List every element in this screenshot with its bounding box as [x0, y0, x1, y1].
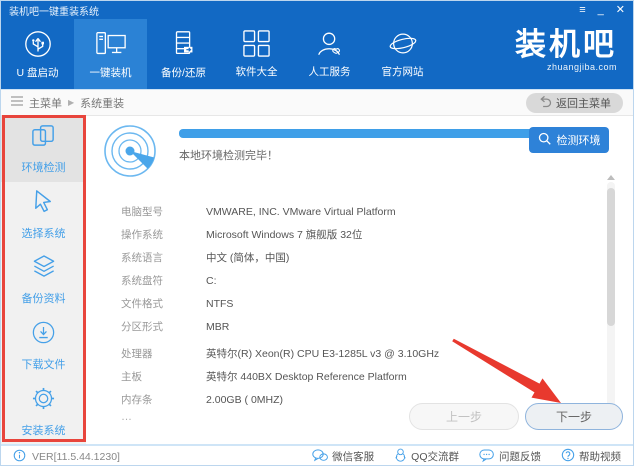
sidebar-item-select-system[interactable]: 选择系统 [1, 182, 86, 248]
title-bar: 装机吧一键重装系统 ≡ _ ✕ [1, 1, 633, 19]
install-system-icon [30, 385, 57, 415]
backup-restore-icon [169, 29, 199, 59]
nav-item-label: 软件大全 [236, 64, 278, 79]
help-video-link[interactable]: 帮助视频 [561, 448, 621, 465]
sidebar: 环境检测 选择系统 备份资料 [1, 116, 86, 444]
official-website-icon [388, 29, 418, 58]
status-link-label: 帮助视频 [579, 449, 621, 464]
sidebar-item-label: 备份资料 [22, 290, 66, 306]
sidebar-item-label: 安装系统 [22, 422, 66, 438]
top-nav: U 盘启动 一键装机 [1, 19, 633, 89]
select-system-icon [30, 188, 57, 218]
list-menu-icon[interactable] [11, 96, 23, 109]
app-window: 装机吧一键重装系统 ≡ _ ✕ U 盘启动 [0, 0, 634, 466]
download-files-icon [30, 319, 57, 349]
detail-row-system-language: 系统语言 中文 (简体，中国) [121, 246, 581, 269]
window-title: 装机吧一键重装系统 [9, 3, 99, 18]
breadcrumb-separator: ▶ [68, 98, 74, 107]
qq-group-link[interactable]: QQ交流群 [394, 448, 459, 465]
back-to-main-menu-button[interactable]: 返回主菜单 [526, 93, 623, 113]
help-video-icon [561, 448, 575, 465]
breadcrumb-root[interactable]: 主菜单 [29, 95, 62, 111]
status-link-label: 问题反馈 [499, 449, 541, 464]
environment-check-icon [30, 122, 57, 152]
menu-icon[interactable]: ≡ [579, 3, 585, 17]
brand-logo: 装机吧 zhuangjiba.com [515, 28, 617, 72]
info-icon [13, 449, 26, 465]
nav-item-software-collection[interactable]: 软件大全 [220, 19, 293, 89]
sidebar-item-install-system[interactable]: 安装系统 [1, 378, 86, 444]
scrollbar-up-arrow-icon[interactable] [607, 175, 615, 180]
backup-data-icon [30, 253, 58, 283]
window-controls: ≡ _ ✕ [579, 3, 625, 17]
status-link-label: QQ交流群 [411, 449, 459, 464]
system-details-list: 电脑型号 VMWARE, INC. VMware Virtual Platfor… [121, 200, 581, 425]
detail-row-operating-system: 操作系统 Microsoft Windows 7 旗舰版 32位 [121, 223, 581, 246]
sidebar-item-environment-check[interactable]: 环境检测 [1, 116, 86, 182]
search-icon [538, 132, 552, 149]
nav-item-label: U 盘启动 [17, 65, 59, 80]
detect-environment-button[interactable]: 检测环境 [529, 127, 609, 153]
status-link-label: 微信客服 [332, 449, 374, 464]
feedback-icon [479, 449, 495, 465]
wechat-icon [312, 449, 328, 465]
feedback-link[interactable]: 问题反馈 [479, 448, 541, 465]
nav-item-official-website[interactable]: 官方网站 [366, 19, 439, 89]
detail-row-system-drive: 系统盘符 C: [121, 269, 581, 292]
close-icon[interactable]: ✕ [616, 3, 625, 17]
scrollbar-thumb[interactable] [607, 188, 615, 326]
content-area: 环境检测 选择系统 备份资料 [1, 116, 633, 444]
return-arrow-icon [538, 95, 551, 110]
human-service-icon [315, 29, 345, 58]
nav-item-human-service[interactable]: 人工服务 [293, 19, 366, 89]
nav-item-label: 人工服务 [309, 64, 351, 79]
brand-logo-text: 装机吧 [515, 28, 617, 62]
previous-step-button[interactable]: 上一步 [409, 403, 519, 430]
detail-row-processor: 处理器 英特尔(R) Xeon(R) CPU E3-1285L v3 @ 3.1… [121, 342, 581, 365]
radar-scan-icon [102, 123, 158, 184]
detail-row-file-format: 文件格式 NTFS [121, 292, 581, 315]
wechat-service-link[interactable]: 微信客服 [312, 448, 374, 465]
details-scrollbar[interactable] [607, 182, 615, 410]
detail-row-partition-format: 分区形式 MBR [121, 315, 581, 338]
version-text: VER[11.5.44.1230] [32, 451, 120, 463]
breadcrumb-current: 系统重装 [80, 95, 124, 111]
sidebar-item-download-files[interactable]: 下载文件 [1, 313, 86, 379]
detail-row-motherboard: 主板 英特尔 440BX Desktop Reference Platform [121, 365, 581, 388]
detect-button-label: 检测环境 [557, 132, 601, 148]
nav-item-backup-restore[interactable]: 备份/还原 [147, 19, 220, 89]
brand-logo-domain: zhuangjiba.com [515, 62, 617, 72]
next-step-button[interactable]: 下一步 [525, 403, 623, 430]
nav-item-label: 备份/还原 [161, 65, 206, 80]
nav-item-one-key-install[interactable]: 一键装机 [74, 19, 147, 89]
usb-boot-icon [23, 29, 53, 59]
sidebar-item-backup-data[interactable]: 备份资料 [1, 247, 86, 313]
software-collection-icon [242, 29, 271, 58]
sidebar-item-label: 环境检测 [22, 159, 66, 175]
nav-item-label: 一键装机 [90, 65, 132, 80]
sidebar-item-label: 下载文件 [22, 356, 66, 372]
detection-status-text: 本地环境检测完毕！ [179, 147, 278, 163]
one-key-install-icon [95, 29, 127, 59]
minimize-icon[interactable]: _ [598, 3, 604, 17]
status-bar: VER[11.5.44.1230] 微信客服 [1, 444, 633, 466]
nav-item-usb-boot[interactable]: U 盘启动 [1, 19, 74, 89]
back-button-label: 返回主菜单 [556, 95, 611, 111]
sidebar-item-label: 选择系统 [22, 225, 66, 241]
status-links: 微信客服 QQ交流群 [312, 448, 621, 465]
nav-item-label: 官方网站 [382, 64, 424, 79]
detail-row-computer-model: 电脑型号 VMWARE, INC. VMware Virtual Platfor… [121, 200, 581, 223]
main-panel: 本地环境检测完毕！ 检测环境 电脑型号 VMWARE, INC. VMware … [86, 116, 633, 444]
qq-icon [394, 448, 407, 465]
breadcrumb: 主菜单 ▶ 系统重装 返回主菜单 [1, 89, 633, 116]
